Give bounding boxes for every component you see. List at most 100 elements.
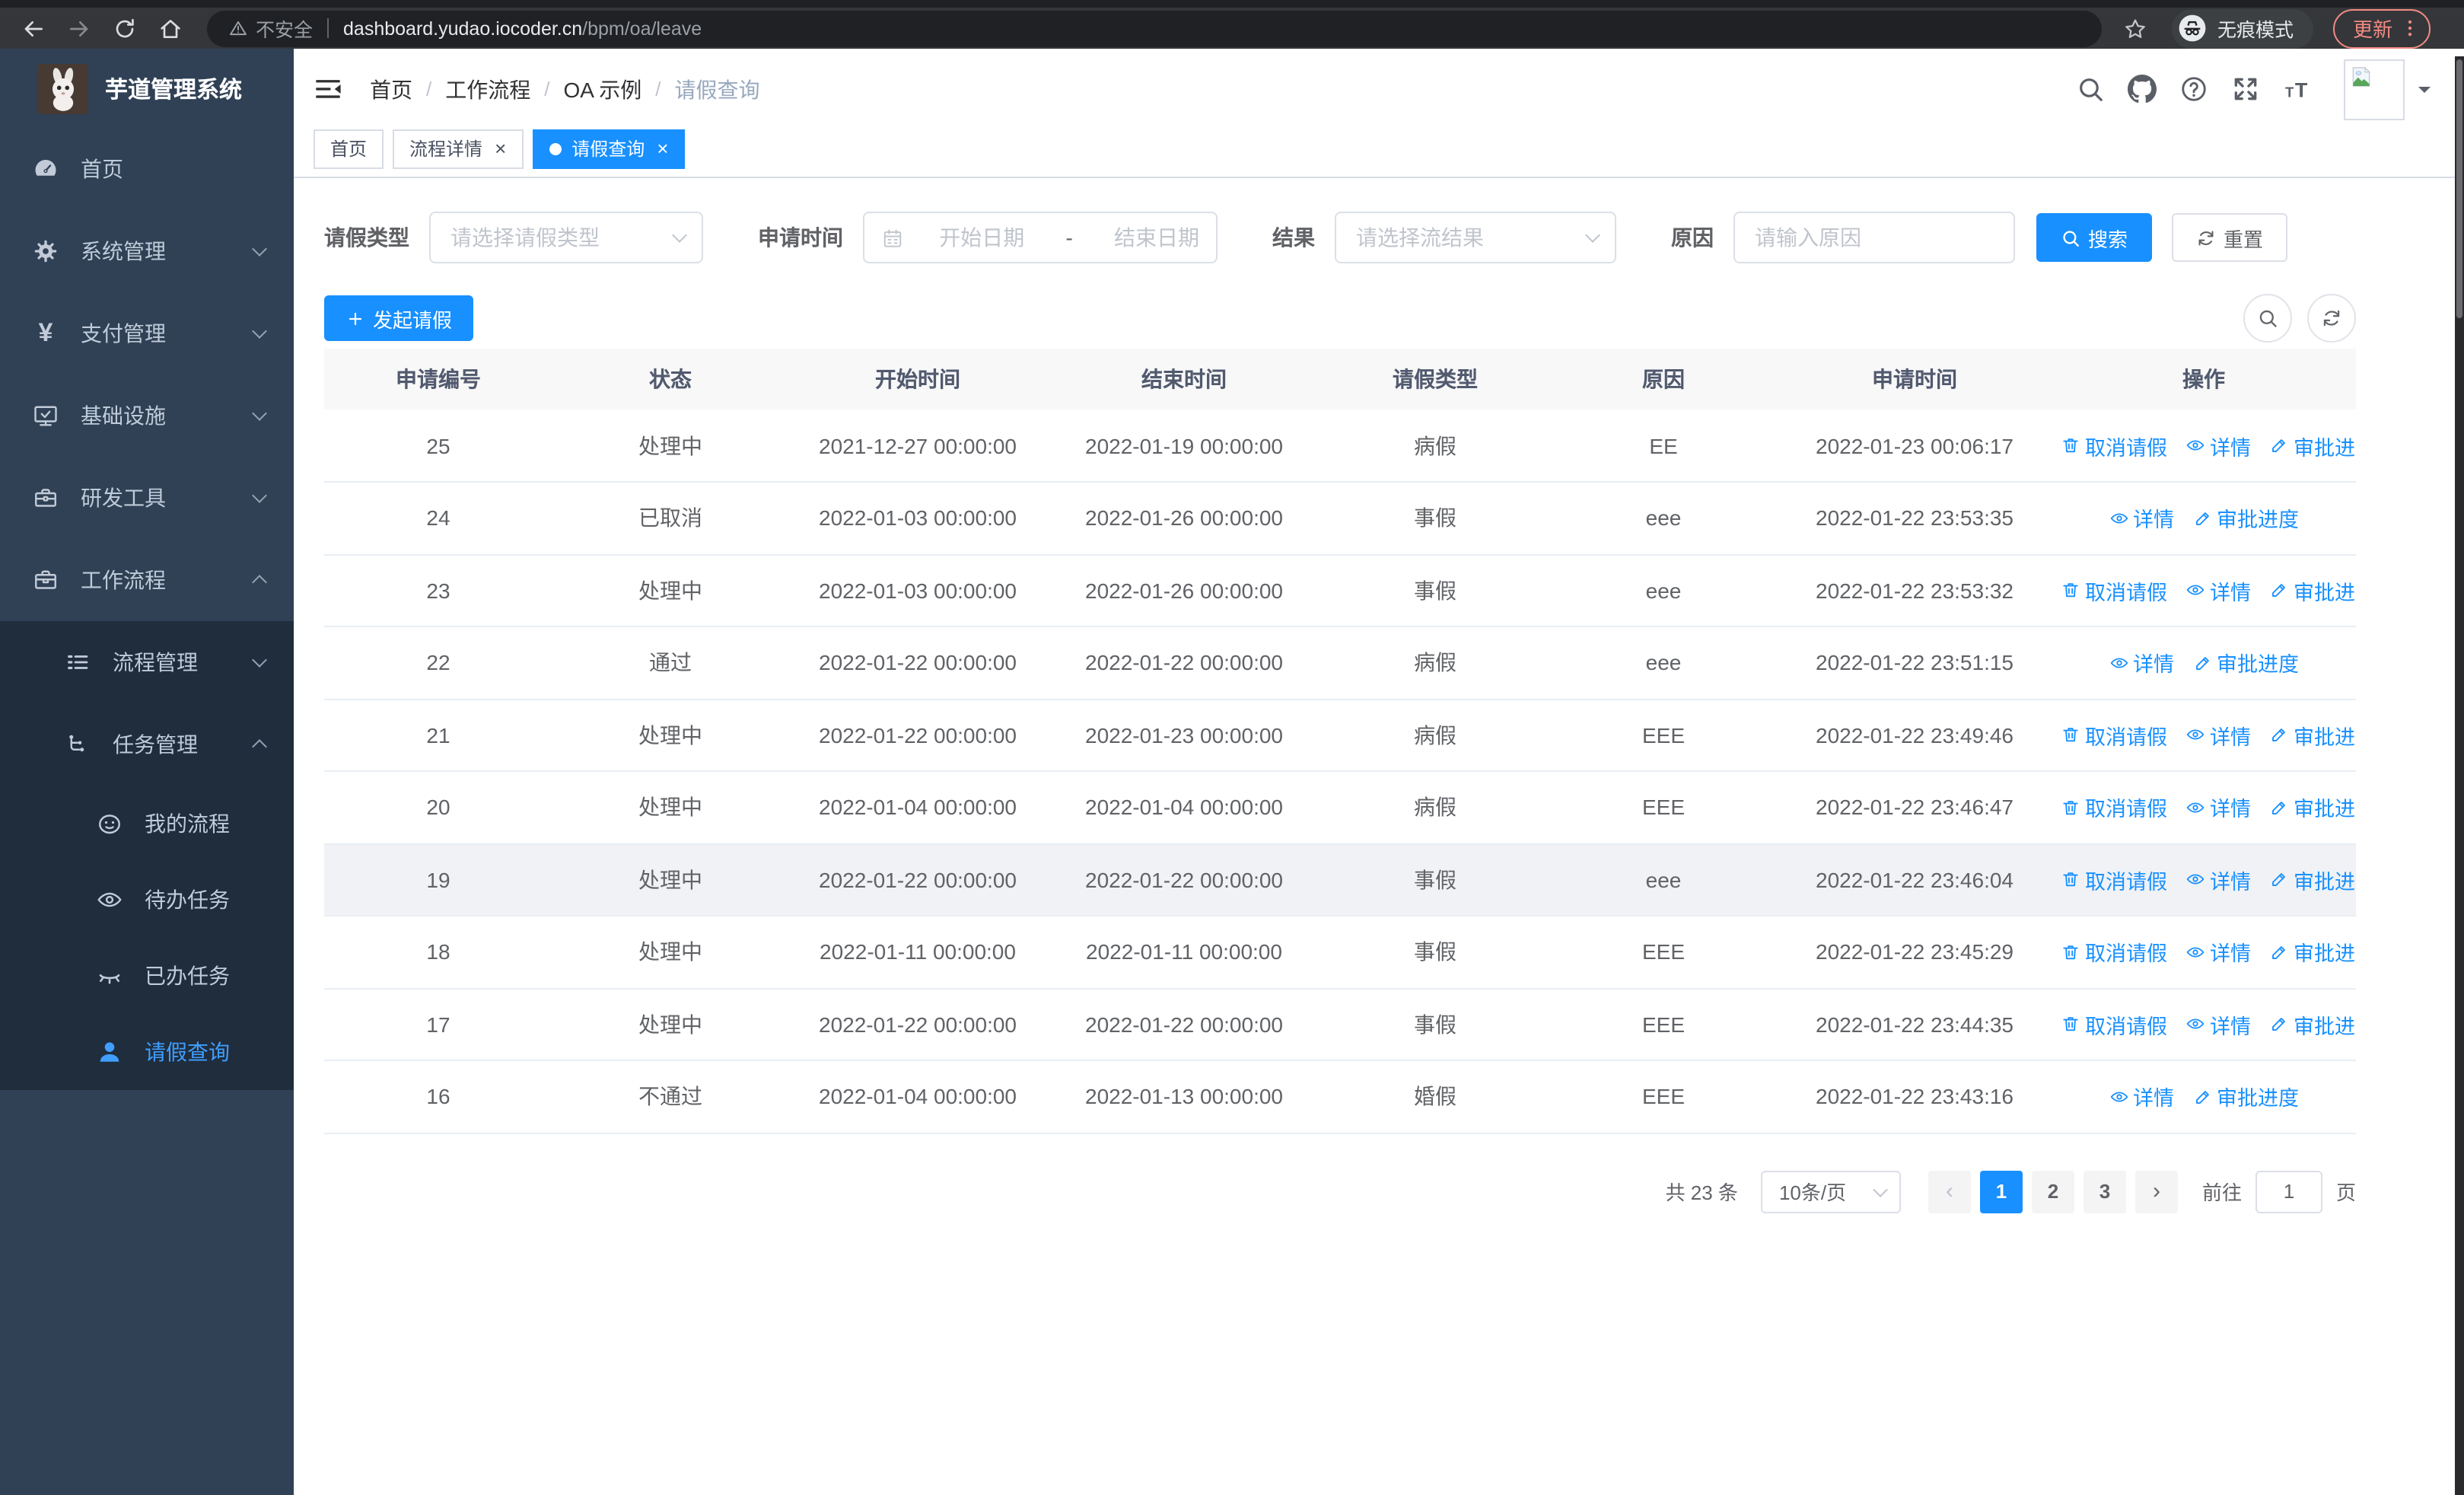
reason-input[interactable]: [1740, 213, 2009, 262]
detail-label: 详情: [2210, 1015, 2251, 1038]
sidebar-item-payment[interactable]: ¥ 支付管理: [0, 292, 294, 375]
sidebar-item-task-management[interactable]: 任务管理: [0, 703, 294, 786]
detail-link[interactable]: 详情: [2109, 648, 2174, 678]
sidebar-item-my-process[interactable]: 我的流程: [0, 786, 294, 862]
scrollbar-thumb[interactable]: [2456, 59, 2462, 318]
sidebar-item-devtools[interactable]: 研发工具: [0, 457, 294, 539]
search-button[interactable]: 搜索: [2036, 213, 2153, 262]
tab-leave-query[interactable]: 请假查询 ×: [532, 129, 686, 168]
tab-close-icon[interactable]: ×: [495, 139, 506, 158]
cancel-link[interactable]: 取消请假: [2061, 937, 2167, 967]
sidebar-submenu: 流程管理任务管理我的流程 待办任务 已办任务 请假查询: [0, 621, 294, 1090]
detail-link[interactable]: 详情: [2185, 575, 2251, 606]
breadcrumb-item[interactable]: 工作流程: [445, 74, 530, 104]
cancel-link[interactable]: 取消请假: [2061, 720, 2167, 751]
detail-link[interactable]: 详情: [2185, 865, 2251, 895]
reason-input-wrap: [1733, 212, 2015, 263]
detail-link[interactable]: 详情: [2185, 792, 2251, 823]
progress-link[interactable]: 审批进度: [2192, 1082, 2299, 1112]
detail-link[interactable]: 详情: [2109, 1082, 2174, 1112]
github-icon[interactable]: [2128, 75, 2157, 104]
sidebar-item-infrastructure[interactable]: 基础设施: [0, 375, 294, 457]
cancel-link[interactable]: 取消请假: [2061, 865, 2167, 895]
user-avatar[interactable]: [2344, 59, 2431, 120]
help-icon[interactable]: [2179, 75, 2208, 104]
cancel-link[interactable]: 取消请假: [2061, 1009, 2167, 1040]
detail-link[interactable]: 详情: [2109, 503, 2174, 534]
bookmark-star-icon[interactable]: [2123, 13, 2154, 43]
prev-page-button[interactable]: ‹: [1928, 1170, 1971, 1213]
trash-icon: [2061, 870, 2080, 890]
address-bar[interactable]: 不安全 dashboard.yudao.iocoder.cn/bpm/oa/le…: [207, 10, 2102, 46]
detail-link[interactable]: 详情: [2185, 937, 2251, 967]
tab-process-detail[interactable]: 流程详情 ×: [393, 129, 524, 168]
app-logo[interactable]: 芋道管理系统: [0, 49, 294, 128]
cell-type: 病假: [1321, 771, 1549, 844]
refresh-table-button[interactable]: [2307, 294, 2356, 343]
cancel-label: 取消请假: [2085, 870, 2167, 894]
font-size-icon[interactable]: TT: [2283, 75, 2312, 104]
browser-forward-button[interactable]: [61, 10, 97, 46]
sidebar-item-todo-tasks[interactable]: 待办任务: [0, 862, 294, 938]
leave-type-select[interactable]: 请选择请假类型: [429, 212, 703, 263]
page-button-1[interactable]: 1: [1979, 1170, 2023, 1213]
detail-link[interactable]: 详情: [2185, 430, 2251, 461]
view-icon: [2185, 725, 2205, 745]
browser-reload-button[interactable]: [107, 10, 143, 46]
reset-button[interactable]: 重置: [2172, 213, 2288, 262]
breadcrumb-separator: /: [544, 78, 550, 100]
browser-back-button[interactable]: [15, 10, 52, 46]
progress-link[interactable]: 审批进度: [2269, 575, 2356, 606]
progress-link[interactable]: 审批进度: [2192, 503, 2299, 534]
sidebar-item-workflow[interactable]: 工作流程: [0, 539, 294, 621]
search-icon[interactable]: [2076, 75, 2105, 104]
chevron-down-icon: [252, 652, 267, 668]
progress-link[interactable]: 审批进度: [2192, 648, 2299, 678]
progress-link[interactable]: 审批进度: [2269, 720, 2356, 751]
create-leave-button[interactable]: 发起请假: [324, 295, 474, 341]
sidebar-item-home[interactable]: 首页: [0, 128, 294, 210]
breadcrumb-item[interactable]: OA 示例: [564, 74, 642, 104]
cell-type: 病假: [1321, 626, 1549, 700]
sidebar-item-label: 任务管理: [113, 732, 198, 757]
progress-link[interactable]: 审批进度: [2269, 792, 2356, 823]
browser-home-button[interactable]: [152, 10, 189, 46]
cancel-link[interactable]: 取消请假: [2061, 792, 2167, 823]
next-page-button[interactable]: ›: [2135, 1170, 2178, 1213]
detail-label: 详情: [2133, 1087, 2174, 1111]
sidebar-collapse-icon[interactable]: [312, 73, 344, 105]
sidebar-item-system[interactable]: 系统管理: [0, 210, 294, 292]
chevron-down-icon: [1873, 1181, 1888, 1197]
progress-link[interactable]: 审批进度: [2269, 1009, 2356, 1040]
detail-link[interactable]: 详情: [2185, 1009, 2251, 1040]
browser-update-button[interactable]: 更新: [2333, 8, 2431, 48]
progress-label: 审批进度: [2294, 581, 2356, 604]
page-size-select[interactable]: 10条/页: [1760, 1170, 1901, 1213]
table-row: 20 处理中 2022-01-04 00:00:00 2022-01-04 00:00…: [324, 771, 2356, 844]
sidebar-item-process-management[interactable]: 流程管理: [0, 621, 294, 703]
apply-time-range-picker[interactable]: 开始日期 - 结束日期: [863, 212, 1218, 263]
show-search-button[interactable]: [2243, 294, 2292, 343]
detail-link[interactable]: 详情: [2185, 720, 2251, 751]
cell-end: 2022-01-26 00:00:00: [1047, 482, 1321, 555]
breadcrumb-item[interactable]: 首页: [370, 74, 412, 104]
yen-icon: ¥: [38, 318, 53, 347]
chevron-down-icon: [252, 241, 267, 257]
result-select[interactable]: 请选择流结果: [1335, 212, 1616, 263]
page-button-3[interactable]: 3: [2083, 1170, 2126, 1213]
sidebar-item-leave-query[interactable]: 请假查询: [0, 1014, 294, 1090]
goto-page-input[interactable]: [2255, 1170, 2322, 1213]
cancel-link[interactable]: 取消请假: [2061, 430, 2167, 461]
sidebar-item-done-tasks[interactable]: 已办任务: [0, 938, 294, 1014]
sidebar-item-label: 基础设施: [81, 403, 166, 428]
fullscreen-icon[interactable]: [2231, 75, 2260, 104]
progress-link[interactable]: 审批进度: [2269, 937, 2356, 967]
chevron-down-icon: [252, 406, 267, 421]
progress-link[interactable]: 审批进度: [2269, 865, 2356, 895]
cancel-link[interactable]: 取消请假: [2061, 575, 2167, 606]
tab-close-icon[interactable]: ×: [657, 139, 668, 158]
page-button-2[interactable]: 2: [2031, 1170, 2074, 1213]
progress-link[interactable]: 审批进度: [2269, 430, 2356, 461]
cell-status: 处理中: [552, 410, 788, 483]
tab-home[interactable]: 首页: [314, 129, 384, 168]
